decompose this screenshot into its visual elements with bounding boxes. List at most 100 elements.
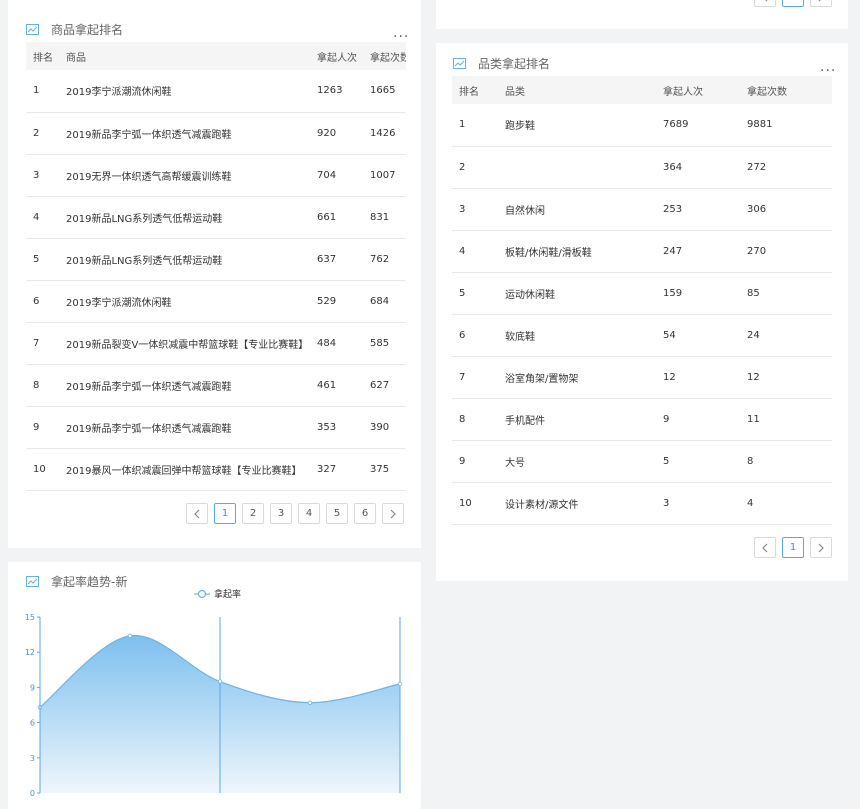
table-row[interactable]: 5 运动休闲鞋 159 85	[452, 272, 832, 315]
table-cell: 7	[452, 356, 505, 399]
y-tick-label: 3	[30, 754, 35, 763]
table-cell: 585	[370, 322, 406, 365]
upper-card-fragment: 1	[436, 0, 848, 29]
page-button[interactable]: 5	[326, 503, 348, 524]
product-ranking-header: 商品拿起排名	[26, 21, 123, 38]
table-cell: 11	[747, 398, 832, 441]
data-point[interactable]	[307, 700, 313, 705]
column-header: 排名	[33, 52, 53, 64]
y-tick-label: 0	[30, 789, 35, 798]
category-pagination: 1	[754, 537, 838, 558]
table-cell: 2019暴风一体织减震回弹中帮篮球鞋【专业比赛鞋】	[66, 448, 317, 491]
category-ranking-title: 品类拿起排名	[478, 57, 551, 71]
table-row[interactable]: 5 2019新品LNG系列透气低帮运动鞋 637 762	[26, 238, 406, 281]
y-tick-label: 9	[30, 683, 35, 692]
table-cell: 6	[452, 314, 505, 357]
page-button[interactable]: 6	[354, 503, 376, 524]
table-row[interactable]: 1 2019李宁派潮流休闲鞋 1263 1665	[26, 70, 406, 113]
table-cell: 253	[663, 188, 747, 231]
table-row[interactable]: 8 手机配件 9 11	[452, 398, 832, 441]
page-button[interactable]: 1	[782, 0, 804, 7]
column-header: 拿起人次	[663, 86, 703, 98]
next-page-button[interactable]	[382, 503, 404, 524]
table-row[interactable]: 2 2019新品李宁弧一体织透气减震跑鞋 920 1426	[26, 112, 406, 155]
table-row[interactable]: 4 板鞋/休闲鞋/滑板鞋 247 270	[452, 230, 832, 273]
more-options-icon[interactable]: ...	[820, 60, 836, 74]
table-row[interactable]: 6 软底鞋 54 24	[452, 314, 832, 357]
table-cell: 4	[452, 230, 505, 273]
prev-page-button[interactable]	[754, 537, 776, 558]
table-cell: 板鞋/休闲鞋/滑板鞋	[505, 230, 663, 273]
line-chart-icon	[453, 58, 466, 69]
table-row[interactable]: 3 2019无界一体织透气高帮缓震训练鞋 704 1007	[26, 154, 406, 197]
column-header: 品类	[505, 86, 525, 98]
column-header: 拿起人次	[317, 52, 357, 64]
y-tick-label: 15	[25, 613, 35, 622]
legend-label[interactable]: 拿起率	[214, 588, 241, 600]
table-cell: 270	[747, 230, 832, 273]
page-button[interactable]: 4	[298, 503, 320, 524]
table-row[interactable]: 3 自然休闲 253 306	[452, 188, 832, 231]
page-button[interactable]: 3	[270, 503, 292, 524]
table-cell: 运动休闲鞋	[505, 272, 663, 315]
table-cell: 2	[26, 112, 66, 155]
legend-marker	[197, 589, 207, 599]
column-header: 拿起次数	[747, 86, 787, 98]
product-ranking-title: 商品拿起排名	[51, 23, 124, 37]
data-point[interactable]	[127, 633, 133, 638]
table-cell: 704	[317, 154, 370, 197]
table-cell: 831	[370, 196, 406, 239]
table-cell: 8	[26, 364, 66, 407]
product-pagination: 123456	[186, 503, 410, 524]
table-cell: 8	[452, 398, 505, 441]
prev-page-button[interactable]	[186, 503, 208, 524]
data-point[interactable]	[217, 679, 223, 684]
table-cell: 2019新品李宁弧一体织透气减震跑鞋	[66, 364, 317, 407]
column-header: 商品	[66, 52, 86, 64]
table-cell: 85	[747, 272, 832, 315]
line-chart-icon	[26, 24, 39, 35]
table-row[interactable]: 2 364 272	[452, 146, 832, 189]
table-cell: 2019新品李宁弧一体织透气减震跑鞋	[66, 406, 317, 449]
table-cell: 9	[26, 406, 66, 449]
table-row[interactable]: 4 2019新品LNG系列透气低帮运动鞋 661 831	[26, 196, 406, 239]
table-cell: 54	[663, 314, 747, 357]
table-row[interactable]: 10 设计素材/源文件 3 4	[452, 482, 832, 525]
chevron-right-icon	[390, 509, 396, 518]
page-button[interactable]: 1	[214, 503, 236, 524]
table-cell: 手机配件	[505, 398, 663, 441]
table-cell: 684	[370, 280, 406, 323]
prev-page-button[interactable]	[754, 0, 776, 7]
table-cell: 364	[663, 146, 747, 189]
product-ranking-table: 排名 商品 拿起人次 拿起次数 1 2019李宁派潮流休闲鞋 1263 1665 2 2019新…	[26, 42, 406, 491]
chevron-left-icon	[194, 509, 200, 518]
category-ranking-header: 品类拿起排名	[453, 55, 550, 72]
table-header-row: 排名 品类 拿起人次 拿起次数	[452, 76, 832, 104]
table-cell: 7689	[663, 104, 747, 147]
next-page-button[interactable]	[810, 0, 832, 7]
table-cell: 自然休闲	[505, 188, 663, 231]
table-cell: 1426	[370, 112, 406, 155]
table-cell: 272	[747, 146, 832, 189]
table-cell: 7	[26, 322, 66, 365]
data-point[interactable]	[397, 681, 403, 687]
table-cell: 2019新品裂变V一体织减震中帮篮球鞋【专业比赛鞋】	[66, 322, 317, 365]
table-row[interactable]: 9 大号 5 8	[452, 440, 832, 483]
table-row[interactable]: 7 2019新品裂变V一体织减震中帮篮球鞋【专业比赛鞋】 484 585	[26, 322, 406, 365]
product-ranking-card: 商品拿起排名 ... 排名 商品 拿起人次 拿起次数 1 2019李宁派潮流休闲鞋 126…	[8, 0, 421, 548]
page-button[interactable]: 1	[782, 537, 804, 558]
table-row[interactable]: 8 2019新品李宁弧一体织透气减震跑鞋 461 627	[26, 364, 406, 407]
next-page-button[interactable]	[810, 537, 832, 558]
page-button[interactable]: 2	[242, 503, 264, 524]
table-cell: 390	[370, 406, 406, 449]
more-options-icon[interactable]: ...	[393, 26, 409, 40]
table-cell: 浴室角架/置物架	[505, 356, 663, 399]
table-cell: 12	[747, 356, 832, 399]
table-row[interactable]: 9 2019新品李宁弧一体织透气减震跑鞋 353 390	[26, 406, 406, 449]
table-cell: 3	[663, 482, 747, 525]
table-cell: 10	[452, 482, 505, 525]
table-row[interactable]: 1 跑步鞋 7689 9881	[452, 104, 832, 147]
table-row[interactable]: 10 2019暴风一体织减震回弹中帮篮球鞋【专业比赛鞋】 327 375	[26, 448, 406, 491]
table-row[interactable]: 7 浴室角架/置物架 12 12	[452, 356, 832, 399]
table-row[interactable]: 6 2019李宁派潮流休闲鞋 529 684	[26, 280, 406, 323]
